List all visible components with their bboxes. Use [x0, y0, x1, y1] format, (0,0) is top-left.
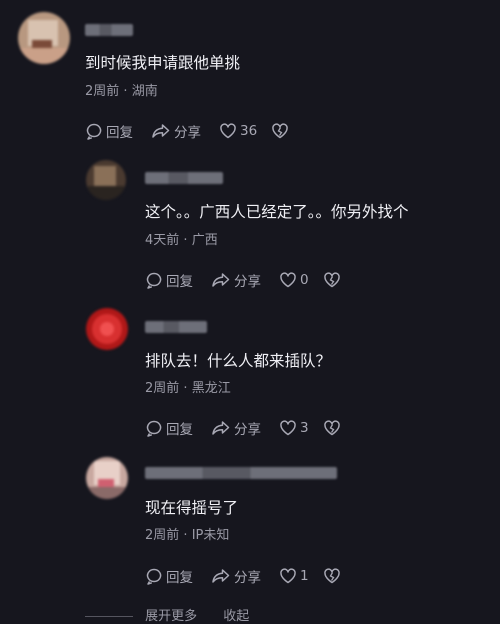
comment-actions: 回复 分享 1	[145, 566, 362, 586]
meta-separator: ·	[183, 381, 188, 396]
comment-location: IP未知	[191, 528, 230, 543]
avatar[interactable]	[86, 308, 128, 350]
share-label: 分享	[234, 422, 261, 438]
comment-location: 黑龙江	[191, 381, 231, 396]
reply-label: 回复	[166, 422, 193, 438]
share-button[interactable]: 分享	[211, 566, 261, 586]
comment-actions: 回复 分享 36	[85, 121, 310, 141]
share-icon	[212, 569, 230, 583]
heart-icon	[280, 272, 296, 288]
reply-label: 回复	[166, 570, 193, 586]
share-button[interactable]: 分享	[211, 418, 261, 438]
like-button[interactable]: 36	[219, 122, 257, 140]
comment-text: 到时候我申请跟他单挑	[85, 54, 241, 72]
reply-icon	[146, 420, 162, 437]
comment-actions: 回复 分享 3	[145, 418, 362, 438]
comment-time: 2周前	[145, 381, 180, 396]
reply-button[interactable]: 回复	[145, 270, 193, 290]
reply-icon	[146, 568, 162, 585]
dislike-button[interactable]	[323, 419, 344, 437]
username[interactable]	[145, 321, 207, 333]
reply-button[interactable]: 回复	[145, 418, 193, 438]
share-icon	[212, 421, 230, 435]
meta-separator: ·	[183, 528, 188, 543]
meta-separator: ·	[183, 233, 188, 248]
comment-meta: 2周前 · 湖南	[85, 84, 158, 100]
comment-time: 4天前	[145, 233, 180, 248]
comment-meta: 2周前 · IP未知	[145, 528, 229, 544]
comment-text: 这个。。广西人已经定了。。你另外找个	[145, 203, 409, 221]
comment-time: 2周前	[85, 84, 120, 99]
share-icon	[212, 273, 230, 287]
broken-heart-icon	[323, 568, 340, 584]
like-button[interactable]: 0	[279, 271, 309, 289]
share-icon	[152, 124, 170, 138]
comment-actions: 回复 分享 0	[145, 270, 362, 290]
comment-location: 湖南	[131, 84, 158, 99]
dislike-button[interactable]	[323, 271, 344, 289]
avatar[interactable]	[18, 12, 70, 64]
share-label: 分享	[234, 274, 261, 290]
reply-button[interactable]: 回复	[145, 566, 193, 586]
comment-location: 广西	[191, 233, 218, 248]
comment-meta: 2周前 · 黑龙江	[145, 381, 231, 397]
broken-heart-icon	[323, 420, 340, 436]
broken-heart-icon	[323, 272, 340, 288]
share-button[interactable]: 分享	[151, 121, 201, 141]
comment-meta: 4天前 · 广西	[145, 233, 218, 249]
reply-icon	[86, 123, 102, 140]
like-button[interactable]: 3	[279, 419, 309, 437]
username[interactable]	[145, 172, 223, 184]
dislike-button[interactable]	[271, 122, 292, 140]
heart-icon	[280, 420, 296, 436]
like-count: 36	[240, 123, 258, 139]
reply-label: 回复	[106, 125, 133, 141]
heart-icon	[280, 568, 296, 584]
share-label: 分享	[174, 125, 201, 141]
like-count: 3	[300, 420, 309, 436]
reply-button[interactable]: 回复	[85, 121, 133, 141]
reply-icon	[146, 272, 162, 289]
like-count: 1	[300, 568, 309, 584]
comment-text: 现在得摇号了	[145, 499, 239, 517]
avatar[interactable]	[86, 160, 126, 200]
like-count: 0	[300, 272, 309, 288]
avatar[interactable]	[86, 457, 128, 499]
replies-footer: 展开更多 收起	[85, 605, 249, 624]
username[interactable]	[85, 24, 133, 36]
heart-icon	[220, 123, 236, 139]
share-label: 分享	[234, 570, 261, 586]
comment-time: 2周前	[145, 528, 180, 543]
dislike-button[interactable]	[323, 567, 344, 585]
like-button[interactable]: 1	[279, 567, 309, 585]
share-button[interactable]: 分享	[211, 270, 261, 290]
username[interactable]	[145, 467, 337, 479]
reply-label: 回复	[166, 274, 193, 290]
meta-separator: ·	[123, 84, 128, 99]
comment-text: 排队去！什么人都来插队？	[145, 352, 332, 370]
broken-heart-icon	[272, 123, 288, 139]
